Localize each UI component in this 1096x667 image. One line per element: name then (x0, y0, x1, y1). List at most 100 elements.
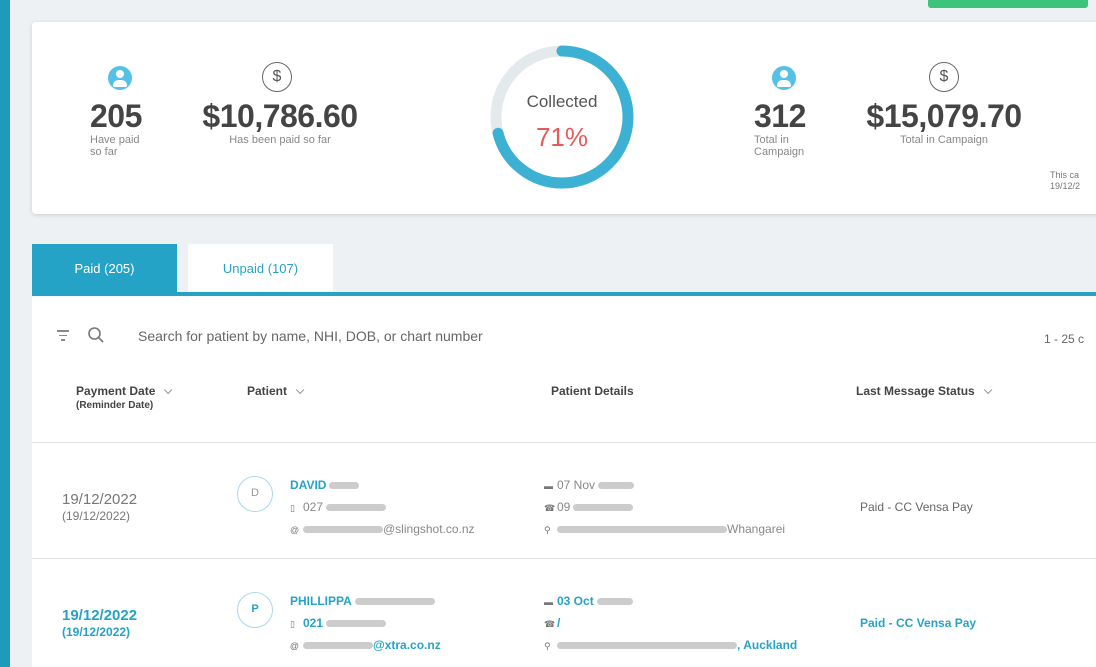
alt-phone-text: 09 (557, 500, 571, 514)
chevron-down-icon (295, 385, 305, 395)
reminder-date: (19/12/2022) (62, 625, 131, 639)
avatar: P (237, 592, 273, 628)
top-action-button[interactable] (928, 0, 1088, 8)
filter-icon[interactable] (56, 330, 70, 344)
calendar-icon: ▬ (544, 597, 553, 607)
patient-name[interactable]: DAVID (290, 478, 360, 492)
payment-date: 19/12/2022 (62, 607, 138, 624)
paid-amount-stat: $10,786.60 Has been paid so far (190, 98, 370, 146)
column-label: Payment Date (76, 384, 156, 398)
redacted-text (303, 526, 383, 534)
campaign-note-line: This ca (1050, 170, 1080, 180)
patient-email: @ @slingshot.co.nz (290, 522, 475, 536)
patient-search-input[interactable] (138, 324, 838, 348)
payment-date-cell: 19/12/2022 (19/12/2022) (62, 492, 137, 524)
email-icon: @ (290, 525, 300, 535)
gauge-value: 71% (535, 122, 589, 152)
phone-icon: ▯ (290, 619, 295, 629)
phone-icon: ▯ (290, 503, 295, 513)
calendar-icon: ▬ (544, 481, 553, 491)
patients-table-panel: 1 - 25 c Payment Date (Reminder Date) Pa… (32, 296, 1096, 667)
total-count: 312 (754, 98, 806, 134)
paid-amount-label: Has been paid so far (229, 134, 331, 146)
patient-phone: ▯ 027 (290, 500, 387, 514)
dollar-icon: $ (262, 62, 292, 92)
redacted-text (326, 620, 387, 628)
redacted-text (573, 504, 634, 512)
total-amount-stat: $15,079.70 Total in Campaign (854, 98, 1034, 146)
redacted-text (557, 526, 727, 534)
location-icon: ⚲ (544, 525, 551, 535)
column-sublabel: (Reminder Date) (76, 400, 154, 411)
person-icon (772, 66, 796, 90)
patient-dob: ▬ 03 Oct (544, 594, 633, 608)
column-label: Patient Details (551, 384, 634, 398)
city-text: Whangarei (727, 522, 786, 536)
patient-phone: ▯ 021 (290, 616, 387, 630)
email-icon: @ (290, 641, 299, 651)
total-count-stat: 312 Total in Campaign (754, 98, 818, 158)
campaign-note: This ca 19/12/2 (1050, 170, 1080, 192)
row-divider (32, 558, 1096, 559)
collection-summary-card: 205 Have paid so far $ $10,786.60 Has be… (32, 22, 1096, 214)
redacted-text (596, 598, 633, 606)
total-amount: $15,079.70 (866, 98, 1022, 134)
location-icon: ⚲ (544, 641, 551, 651)
redacted-text (557, 642, 737, 650)
phone-text: 027 (303, 500, 324, 514)
column-label: Patient (247, 384, 288, 398)
payment-date-cell: 19/12/2022 (19/12/2022) (62, 608, 137, 640)
collected-gauge (490, 45, 634, 189)
patient-name-text: DAVID (290, 478, 327, 492)
dob-text: 03 Oct (557, 594, 594, 608)
chevron-down-icon (983, 385, 993, 395)
patient-name-text: PHILLIPPA (290, 594, 352, 608)
column-patient[interactable]: Patient (247, 384, 305, 398)
redacted-text (598, 482, 635, 490)
patient-address: ⚲ Whangarei (544, 522, 785, 536)
message-status: Paid - CC Vensa Pay (860, 500, 973, 514)
patient-address: ⚲ , Auckland (544, 638, 797, 652)
table-row[interactable]: 19/12/2022 (19/12/2022) D DAVID ▯ 027 @ @s… (32, 446, 1096, 558)
column-patient-details: Patient Details (551, 384, 634, 398)
patient-name[interactable]: PHILLIPPA (290, 594, 435, 608)
patient-dob: ▬ 07 Nov (544, 478, 635, 492)
reminder-date: (19/12/2022) (62, 509, 131, 523)
column-label: Last Message Status (856, 384, 975, 398)
alt-phone-text: / (557, 616, 561, 630)
paid-amount: $10,786.60 (202, 98, 358, 134)
city-text: , Auckland (737, 638, 798, 652)
app-frame: 205 Have paid so far $ $10,786.60 Has be… (10, 0, 1096, 667)
avatar: D (237, 476, 273, 512)
landline-icon: ☎ (544, 503, 556, 513)
gauge-label: Collected (526, 92, 598, 111)
redacted-text (329, 482, 360, 490)
patient-email: @ @xtra.co.nz (290, 638, 441, 652)
payment-date: 19/12/2022 (62, 491, 138, 508)
column-last-message-status[interactable]: Last Message Status (856, 384, 993, 398)
search-icon[interactable] (87, 326, 105, 344)
paid-count-label: Have paid so far (90, 134, 140, 158)
email-text: @slingshot.co.nz (383, 522, 475, 536)
redacted-text (354, 598, 435, 606)
person-icon (108, 66, 132, 90)
column-payment-date[interactable]: Payment Date (Reminder Date) (76, 384, 173, 411)
dob-text: 07 Nov (557, 478, 596, 492)
message-status: Paid - CC Vensa Pay (860, 616, 977, 630)
paid-count-stat: 205 Have paid so far (90, 98, 150, 158)
patient-alt-phone: ☎ 09 (544, 500, 634, 514)
redacted-text (326, 504, 387, 512)
total-count-label: Total in Campaign (754, 134, 805, 158)
row-divider (32, 442, 1096, 443)
tab-paid[interactable]: Paid (205) (32, 244, 177, 294)
chevron-down-icon (164, 385, 173, 395)
redacted-text (303, 642, 373, 650)
landline-icon: ☎ (544, 619, 556, 629)
campaign-note-line: 19/12/2 (1050, 181, 1081, 191)
patient-alt-phone: ☎ / (544, 616, 560, 630)
tab-unpaid[interactable]: Unpaid (107) (188, 244, 333, 294)
table-row[interactable]: 19/12/2022 (19/12/2022) P PHILLIPPA ▯ 021… (32, 562, 1096, 667)
paid-count: 205 (90, 98, 142, 134)
phone-text: 021 (303, 616, 324, 630)
email-text: @xtra.co.nz (373, 638, 441, 652)
